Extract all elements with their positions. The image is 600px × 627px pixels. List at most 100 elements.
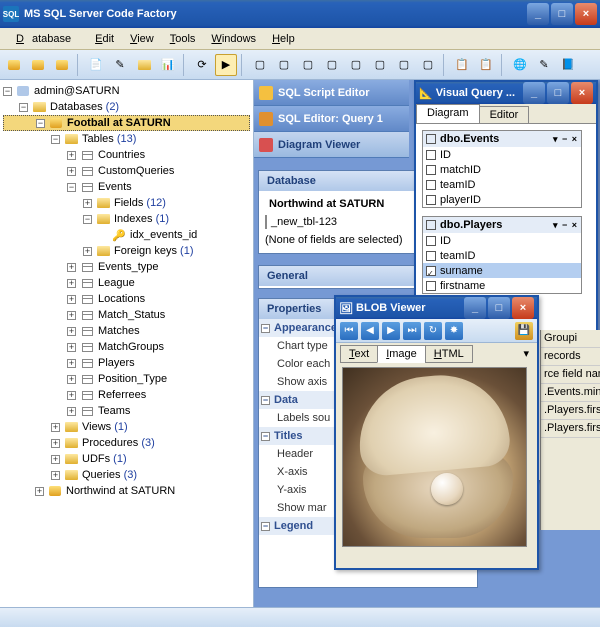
expand-icon[interactable]: + [67, 279, 76, 288]
index-icon: 🔑 [111, 228, 127, 242]
expand-icon[interactable]: + [67, 263, 76, 272]
expand-icon[interactable]: + [51, 471, 60, 480]
tree-root[interactable]: admin@SATURN [34, 85, 120, 97]
tab-sql-script[interactable]: SQL Script Editor [254, 80, 409, 106]
tab-diagram-viewer[interactable]: Diagram Viewer [254, 132, 409, 158]
field-p-surname[interactable]: surname [423, 263, 581, 278]
tool-copy-icon[interactable]: 📋 [451, 54, 473, 76]
vq-tab-diagram[interactable]: Diagram [416, 104, 480, 123]
field-playerid[interactable]: playerID [423, 192, 581, 207]
tool-edit2-icon[interactable]: ✎ [533, 54, 555, 76]
expand-icon[interactable]: + [67, 359, 76, 368]
vq-tab-editor[interactable]: Editor [479, 106, 530, 123]
tool-win3-icon[interactable]: ▢ [297, 54, 319, 76]
collapse-icon[interactable]: − [3, 87, 12, 96]
tool-win4-icon[interactable]: ▢ [321, 54, 343, 76]
tool-script-icon[interactable]: 📄 [85, 54, 107, 76]
menubar: Database Edit View Tools Windows Help [0, 28, 600, 50]
tool-web-icon[interactable]: 🌐 [509, 54, 531, 76]
database-tree[interactable]: −admin@SATURN −Databases (2) −Football a… [0, 80, 254, 607]
collapse-icon[interactable]: − [19, 103, 28, 112]
table-box-events[interactable]: dbo.Events▾ − × ID matchID teamID player… [422, 130, 582, 208]
expand-icon[interactable]: + [83, 247, 92, 256]
blob-tab-menu-icon[interactable]: ▾ [519, 345, 533, 363]
field-p-teamid[interactable]: teamID [423, 248, 581, 263]
folder-icon [31, 100, 47, 114]
menu-edit[interactable]: Edit [87, 31, 122, 47]
nav-first-icon[interactable]: ⏮ [340, 322, 358, 340]
expand-icon[interactable]: + [51, 455, 60, 464]
tool-book-icon[interactable]: 📘 [557, 54, 579, 76]
tree-db-northwind[interactable]: Northwind at SATURN [66, 485, 175, 497]
expand-icon[interactable]: + [67, 167, 76, 176]
nav-new-icon[interactable]: ✸ [445, 322, 463, 340]
nav-save-icon[interactable]: 💾 [515, 322, 533, 340]
expand-icon[interactable]: + [67, 311, 76, 320]
collapse-icon[interactable]: − [67, 183, 76, 192]
tool-win1-icon[interactable]: ▢ [249, 54, 271, 76]
tool-win7-icon[interactable]: ▢ [393, 54, 415, 76]
table-icon [79, 180, 95, 194]
blob-tab-html[interactable]: HTML [425, 345, 473, 363]
table-box-controls[interactable]: ▾ − × [553, 220, 578, 231]
blob-viewer-window[interactable]: 🖼 BLOB Viewer _ □ × ⏮ ◀ ▶ ⏭ ↻ ✸ 💾 Text I… [334, 295, 539, 570]
tool-paste-icon[interactable]: 📋 [475, 54, 497, 76]
table-box-players[interactable]: dbo.Players▾ − × ID teamID surname first… [422, 216, 582, 294]
collapse-icon[interactable]: − [36, 119, 45, 128]
expand-icon[interactable]: + [67, 295, 76, 304]
expand-icon[interactable]: + [83, 199, 92, 208]
vq-maximize-button[interactable]: □ [547, 82, 569, 104]
menu-windows[interactable]: Windows [203, 31, 264, 47]
table-box-controls[interactable]: ▾ − × [553, 134, 578, 145]
tool-db3-icon[interactable] [51, 54, 73, 76]
tool-run-icon[interactable]: ▶ [215, 54, 237, 76]
expand-icon[interactable]: + [67, 343, 76, 352]
tool-new-db-icon[interactable] [3, 54, 25, 76]
tool-chart-icon[interactable]: 📊 [157, 54, 179, 76]
expand-icon[interactable]: + [35, 487, 44, 496]
blob-maximize-button[interactable]: □ [488, 297, 510, 319]
collapse-icon[interactable]: − [51, 135, 60, 144]
expand-icon[interactable]: + [67, 391, 76, 400]
field-matchid[interactable]: matchID [423, 162, 581, 177]
expand-icon[interactable]: + [51, 439, 60, 448]
tool-win2-icon[interactable]: ▢ [273, 54, 295, 76]
expand-icon[interactable]: + [51, 423, 60, 432]
close-button[interactable]: × [575, 3, 597, 25]
nav-refresh-icon[interactable]: ↻ [424, 322, 442, 340]
nav-last-icon[interactable]: ⏭ [403, 322, 421, 340]
field-p-id[interactable]: ID [423, 233, 581, 248]
field-id[interactable]: ID [423, 147, 581, 162]
expand-icon[interactable]: + [67, 375, 76, 384]
menu-database[interactable]: Database [8, 31, 87, 47]
tool-folder-icon[interactable] [133, 54, 155, 76]
blob-tab-image[interactable]: Image [377, 345, 426, 363]
expand-icon[interactable]: + [67, 407, 76, 416]
blob-tab-text[interactable]: Text [340, 345, 378, 363]
expand-icon[interactable]: + [67, 327, 76, 336]
tool-refresh-icon[interactable]: ⟳ [191, 54, 213, 76]
field-teamid[interactable]: teamID [423, 177, 581, 192]
blob-minimize-button[interactable]: _ [464, 297, 486, 319]
tool-win8-icon[interactable]: ▢ [417, 54, 439, 76]
minimize-button[interactable]: _ [527, 3, 549, 25]
database-icon [48, 116, 64, 130]
maximize-button[interactable]: □ [551, 3, 573, 25]
vq-close-button[interactable]: × [571, 82, 593, 104]
tool-win5-icon[interactable]: ▢ [345, 54, 367, 76]
tab-sql-editor[interactable]: SQL Editor: Query 1 [254, 106, 409, 132]
menu-help[interactable]: Help [264, 31, 303, 47]
nav-prev-icon[interactable]: ◀ [361, 322, 379, 340]
menu-tools[interactable]: Tools [162, 31, 204, 47]
tree-db-football[interactable]: Football at SATURN [67, 117, 171, 129]
field-p-firstname[interactable]: firstname [423, 278, 581, 293]
tool-open-db-icon[interactable] [27, 54, 49, 76]
expand-icon[interactable]: + [67, 151, 76, 160]
vq-minimize-button[interactable]: _ [523, 82, 545, 104]
tool-edit-icon[interactable]: ✎ [109, 54, 131, 76]
menu-view[interactable]: View [122, 31, 162, 47]
nav-next-icon[interactable]: ▶ [382, 322, 400, 340]
collapse-icon[interactable]: − [83, 215, 92, 224]
blob-close-button[interactable]: × [512, 297, 534, 319]
tool-win6-icon[interactable]: ▢ [369, 54, 391, 76]
